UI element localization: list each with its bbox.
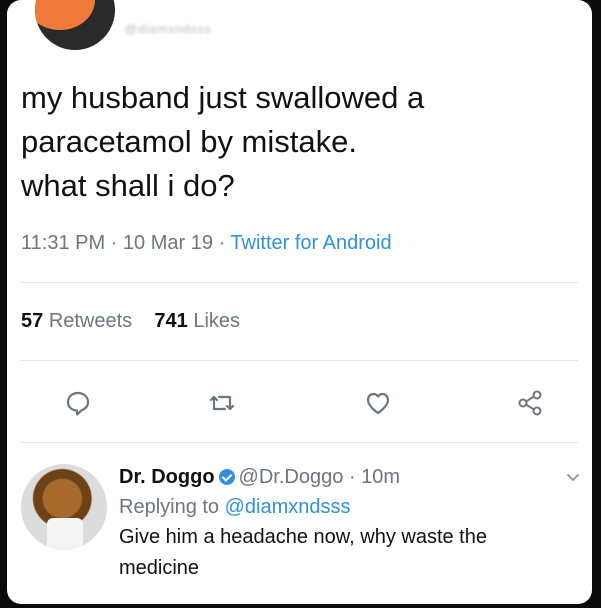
reply-time: 10m — [361, 466, 401, 488]
replying-mention[interactable]: @diamxndsss — [225, 496, 351, 518]
retweets-label: Retweets — [48, 310, 133, 332]
retweets-stat[interactable]: 57 Retweets — [21, 310, 132, 332]
likes-stat[interactable]: 741 Likes — [154, 310, 240, 332]
replying-to: Replying to @diamxndsss — [119, 492, 559, 522]
reply-author-handle[interactable]: @Dr.Doggo — [239, 466, 344, 488]
share-icon[interactable] — [515, 388, 545, 418]
author-avatar[interactable] — [35, 0, 115, 50]
reply-avatar[interactable] — [21, 464, 107, 550]
likes-count: 741 — [154, 310, 188, 332]
reply-text: Give him a headache now, why waste the m… — [119, 526, 487, 579]
reply-body: Dr. Doggo @Dr.Doggo · 10m Replying to @di… — [119, 462, 559, 584]
tweet-source[interactable]: Twitter for Android — [230, 232, 391, 254]
like-icon[interactable] — [363, 388, 393, 418]
reply-icon[interactable] — [63, 388, 93, 418]
meta-separator: · — [110, 232, 123, 254]
verified-badge-icon — [218, 469, 235, 485]
tweet-text: my husband just swallowed a paracetamol … — [21, 80, 425, 203]
reply-tweet[interactable]: Dr. Doggo @Dr.Doggo · 10m Replying to @di… — [7, 448, 592, 604]
tweet-actions — [7, 382, 592, 422]
likes-label: Likes — [193, 310, 241, 332]
divider — [21, 442, 578, 443]
meta-separator: · — [218, 232, 231, 254]
reply-author-name[interactable]: Dr. Doggo — [119, 466, 215, 488]
divider — [21, 282, 578, 283]
meta-separator: · — [343, 466, 362, 488]
chevron-down-icon[interactable] — [566, 470, 580, 484]
reply-header: Dr. Doggo @Dr.Doggo · 10m — [119, 462, 559, 492]
tweet-stats: 57 Retweets 741 Likes — [21, 310, 240, 333]
retweets-count: 57 — [21, 310, 44, 332]
tweet-card: @diamxndsss my husband just swallowed a … — [7, 0, 592, 604]
divider — [21, 360, 578, 361]
replying-prefix: Replying to — [119, 496, 220, 518]
tweet-date: 10 Mar 19 — [122, 232, 213, 254]
tweet-time: 11:31 PM — [21, 232, 106, 254]
author-handle[interactable]: @diamxndsss — [125, 22, 212, 36]
tweet-meta: 11:31 PM · 10 Mar 19 · Twitter for Andro… — [21, 232, 392, 255]
retweet-icon[interactable] — [207, 388, 237, 418]
